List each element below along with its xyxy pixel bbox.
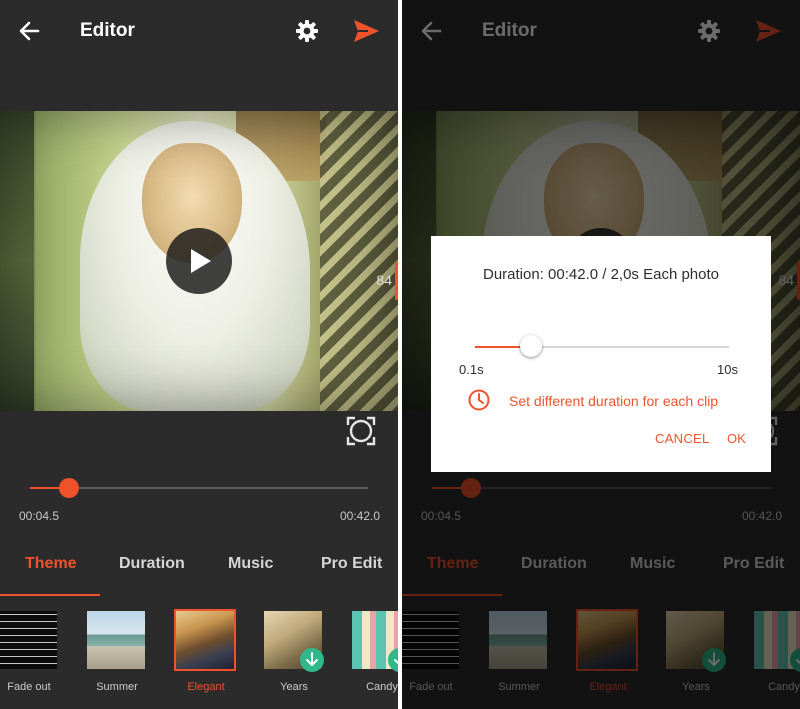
tab-duration[interactable]: Duration: [119, 555, 185, 573]
gear-icon[interactable]: [293, 17, 321, 45]
cancel-button[interactable]: CANCEL: [655, 431, 710, 446]
back-arrow-icon[interactable]: [14, 16, 48, 46]
tab-pro-edit[interactable]: Pro Edit: [321, 555, 382, 573]
slider-min-label: 0.1s: [459, 362, 484, 377]
theme-label: Summer: [96, 681, 138, 693]
tab-bar: Theme Duration Music Pro Edit: [0, 538, 398, 596]
side-marker: [395, 262, 398, 300]
duration-slider[interactable]: [475, 335, 729, 357]
ok-button[interactable]: OK: [727, 431, 746, 446]
theme-elegant[interactable]: Elegant: [174, 608, 238, 708]
different-duration-link[interactable]: Set different duration for each clip: [509, 393, 718, 409]
clock-icon[interactable]: [467, 388, 491, 412]
timeline-thumb[interactable]: [58, 478, 79, 498]
theme-years[interactable]: Years: [262, 608, 326, 708]
theme-label: Elegant: [187, 681, 225, 693]
side-counter: 84: [376, 272, 392, 288]
theme-thumbnail: [0, 611, 57, 669]
theme-summer[interactable]: Summer: [85, 608, 149, 708]
tab-music[interactable]: Music: [228, 555, 273, 573]
page-title: Editor: [80, 20, 135, 41]
theme-thumbnail: [87, 611, 145, 669]
top-bar: Editor: [0, 0, 398, 62]
slider-thumb[interactable]: [519, 335, 542, 357]
theme-fade-out[interactable]: Fade out: [0, 608, 61, 708]
theme-label: Years: [280, 681, 308, 693]
theme-strip: Fade out Summer Elegant Years Candy: [0, 608, 398, 708]
dialog-title: Duration: 00:42.0 / 2,0s Each photo: [483, 266, 719, 283]
duration-dialog: Duration: 00:42.0 / 2,0s Each photo 0.1s…: [431, 236, 771, 472]
video-preview[interactable]: [0, 111, 398, 411]
tab-theme[interactable]: Theme: [25, 555, 77, 573]
theme-thumbnail: [174, 609, 236, 671]
play-icon[interactable]: [166, 228, 232, 294]
theme-label: Fade out: [7, 681, 51, 693]
crop-frame-icon[interactable]: [344, 414, 378, 448]
active-tab-indicator: [0, 594, 100, 596]
download-icon[interactable]: [300, 648, 324, 672]
theme-candy[interactable]: Candy: [350, 608, 398, 708]
timeline-seekbar[interactable]: [30, 478, 368, 498]
editor-screen-with-dialog: Editor 84 00:04.5 00:42.0 Theme Duration…: [402, 0, 800, 709]
current-time: 00:04.5: [19, 509, 60, 523]
editor-screen: Editor 84 00:04.5 00:42.0 Theme Duration…: [0, 0, 398, 709]
theme-label: Candy: [366, 681, 398, 693]
total-time: 00:42.0: [340, 509, 381, 523]
slider-max-label: 10s: [717, 362, 738, 377]
send-icon[interactable]: [350, 17, 382, 45]
